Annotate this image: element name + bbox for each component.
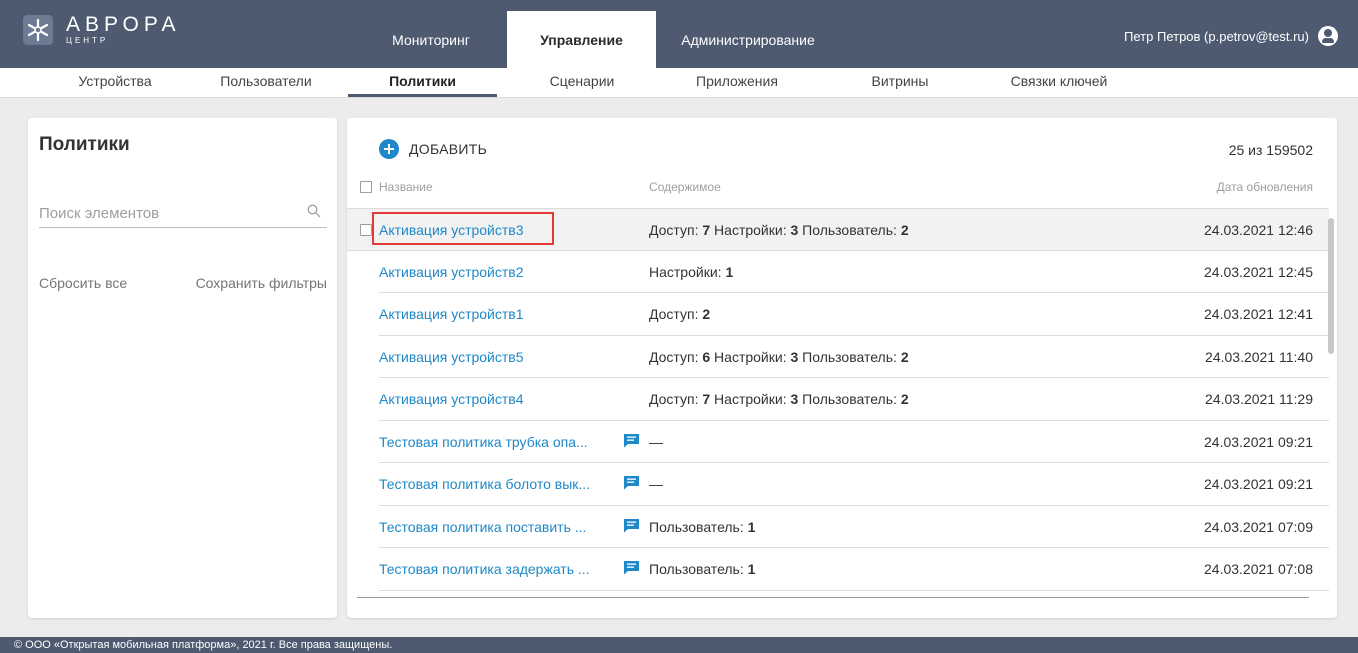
top-bar: АВРОРА ЦЕНТР Мониторинг Управление Админ…: [0, 0, 1358, 68]
table-row[interactable]: Активация устройств5 Доступ: 6 Настройки…: [379, 336, 1329, 378]
policy-date: 24.03.2021 11:40: [1205, 348, 1313, 365]
policy-date: 24.03.2021 09:21: [1204, 433, 1313, 450]
scrollbar[interactable]: [1328, 218, 1334, 354]
policy-date: 24.03.2021 07:08: [1204, 561, 1313, 577]
policy-name-link[interactable]: Тестовая политика трубка опа...: [379, 434, 588, 450]
logo[interactable]: АВРОРА ЦЕНТР: [22, 12, 181, 48]
comment-icon[interactable]: [623, 560, 640, 575]
comment-icon[interactable]: [623, 475, 640, 490]
policy-content: Доступ: 7 Настройки: 3 Пользователь: 2: [649, 222, 909, 238]
nav-monitoring[interactable]: Мониторинг: [355, 11, 507, 68]
table-row[interactable]: Тестовая политика трубка опа... — 24.03.…: [379, 421, 1329, 463]
panel-title: Политики: [39, 134, 130, 155]
policy-content: Настройки: 1: [649, 263, 734, 280]
sub-nav: Устройства Пользователи Политики Сценари…: [0, 68, 1358, 98]
policy-content: Пользователь: 1: [649, 518, 756, 535]
tab-keychains[interactable]: Связки ключей: [994, 68, 1124, 98]
policies-list-panel: ДОБАВИТЬ 25 из 159502 Название Содержимо…: [347, 118, 1337, 618]
user-name: Петр Петров (p.petrov@test.ru): [1124, 28, 1309, 44]
table-row[interactable]: Активация устройств3 Доступ: 7 Настройки…: [347, 208, 1329, 251]
policy-date: 24.03.2021 09:21: [1204, 476, 1313, 492]
policy-content: Доступ: 2: [649, 306, 711, 322]
add-button-label: ДОБАВИТЬ: [409, 141, 488, 157]
footer-copyright: © ООО «Открытая мобильная платформа», 20…: [0, 637, 1358, 653]
nav-administration[interactable]: Администрирование: [656, 11, 840, 68]
policy-name-link[interactable]: Тестовая политика болото вык...: [379, 476, 590, 492]
tab-users[interactable]: Пользователи: [198, 68, 334, 98]
policy-name-link[interactable]: Тестовая политика поставить ...: [379, 519, 586, 535]
policy-date: 24.03.2021 11:29: [1205, 391, 1313, 407]
policy-name-link[interactable]: Активация устройств1: [379, 306, 524, 322]
policy-name-link[interactable]: Активация устройств5: [379, 349, 524, 365]
policy-content: —: [649, 476, 663, 492]
policy-date: 24.03.2021 07:09: [1204, 518, 1313, 535]
filter-panel: Политики Сбросить все Сохранить фильтры: [28, 118, 337, 618]
table-row[interactable]: Активация устройств2 Настройки: 1 24.03.…: [379, 251, 1329, 293]
row-checkbox[interactable]: [360, 224, 372, 236]
search-icon[interactable]: [307, 204, 321, 218]
policy-date: 24.03.2021 12:45: [1204, 263, 1313, 280]
logo-subtitle: ЦЕНТР: [66, 36, 109, 45]
policy-name-link[interactable]: Активация устройств2: [379, 264, 524, 280]
policy-name-link[interactable]: Тестовая политика задержать ...: [379, 561, 590, 577]
add-icon: [379, 139, 399, 159]
table-row[interactable]: Тестовая политика поставить ... Пользова…: [379, 506, 1329, 548]
policy-content: Доступ: 7 Настройки: 3 Пользователь: 2: [649, 391, 909, 407]
account-icon[interactable]: [1318, 26, 1338, 46]
tab-devices[interactable]: Устройства: [57, 68, 173, 98]
active-tab-indicator: [348, 94, 497, 97]
comment-icon[interactable]: [623, 518, 640, 533]
table-row[interactable]: Тестовая политика задержать ... Пользова…: [379, 548, 1329, 591]
reset-filters-link[interactable]: Сбросить все: [39, 275, 127, 291]
select-all-checkbox[interactable]: [360, 181, 372, 193]
user-menu[interactable]: Петр Петров (p.petrov@test.ru): [1124, 26, 1338, 46]
column-header-content[interactable]: Содержимое: [649, 180, 721, 194]
comment-icon[interactable]: [623, 433, 640, 448]
policies-table: Активация устройств3 Доступ: 7 Настройки…: [347, 208, 1329, 591]
tab-scenarios[interactable]: Сценарии: [530, 68, 634, 98]
search-input[interactable]: [39, 200, 289, 226]
table-row[interactable]: Активация устройств1 Доступ: 2 24.03.202…: [379, 293, 1329, 336]
policy-date: 24.03.2021 12:41: [1204, 306, 1313, 322]
items-count: 25 из 159502: [1228, 142, 1313, 158]
tab-applications[interactable]: Приложения: [680, 68, 794, 98]
aurora-logo-icon: [22, 14, 54, 46]
column-header-date[interactable]: Дата обновления: [1217, 180, 1313, 194]
main-nav: Мониторинг Управление Администрирование: [355, 11, 840, 68]
nav-management[interactable]: Управление: [507, 11, 656, 68]
policy-content: Пользователь: 1: [649, 561, 756, 577]
table-row[interactable]: Активация устройств4 Доступ: 7 Настройки…: [379, 378, 1329, 421]
tab-showcases[interactable]: Витрины: [855, 68, 945, 98]
column-header-name[interactable]: Название: [379, 180, 433, 194]
divider: [357, 597, 1309, 598]
add-button[interactable]: ДОБАВИТЬ: [379, 139, 487, 159]
save-filters-link[interactable]: Сохранить фильтры: [196, 275, 327, 291]
table-row[interactable]: Тестовая политика болото вык... — 24.03.…: [379, 463, 1329, 506]
policy-name-link[interactable]: Активация устройств4: [379, 391, 524, 407]
policy-content: Доступ: 6 Настройки: 3 Пользователь: 2: [649, 348, 909, 365]
logo-title: АВРОРА: [66, 13, 181, 36]
policy-name-link[interactable]: Активация устройств3: [379, 222, 524, 238]
policy-date: 24.03.2021 12:46: [1204, 222, 1313, 238]
policy-content: —: [649, 433, 663, 450]
search-box: [39, 200, 327, 228]
